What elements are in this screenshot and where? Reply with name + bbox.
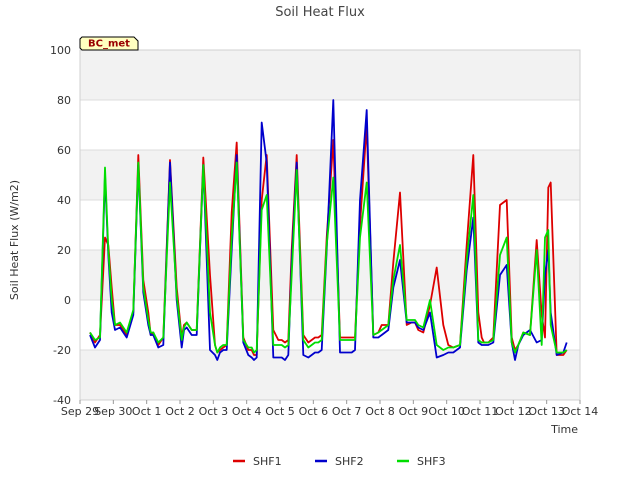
x-tick-label: Oct 1 — [132, 405, 162, 418]
x-tick-label: Oct 11 — [462, 405, 499, 418]
legend-label: SHF2 — [335, 455, 364, 468]
plot-background — [80, 50, 580, 400]
y-axis-label: Soil Heat Flux (W/m2) — [8, 180, 21, 300]
x-tick-label: Oct 10 — [428, 405, 465, 418]
legend-label: SHF3 — [417, 455, 446, 468]
x-tick-label: Oct 8 — [365, 405, 395, 418]
x-tick-label: Oct 13 — [528, 405, 565, 418]
band — [80, 50, 580, 100]
y-tick-label: 0 — [64, 294, 71, 307]
x-tick-label: Oct 2 — [165, 405, 195, 418]
x-tick-label: Oct 9 — [399, 405, 429, 418]
x-tick-label: Oct 5 — [265, 405, 295, 418]
x-axis-label: Time — [550, 423, 578, 436]
legend-item-shf1: SHF1 — [233, 455, 282, 468]
y-tick-label: -20 — [53, 344, 71, 357]
y-tick-label: 40 — [57, 194, 71, 207]
x-tick-labels: Sep 29Sep 30 Oct 1 Oct 2 Oct 3 Oct 4 Oct 5 Oct… — [61, 400, 598, 418]
x-tick-label: Oct 6 — [299, 405, 329, 418]
x-tick-label: Sep 30 — [94, 405, 132, 418]
soil-heat-flux-chart: -40-20020406080100 Sep 29Sep 30 Oct 1 Oct … — [8, 5, 598, 468]
band — [80, 350, 580, 400]
x-tick-label: Oct 4 — [232, 405, 262, 418]
chart-title: Soil Heat Flux — [275, 5, 365, 20]
y-tick-label: 100 — [50, 44, 71, 57]
x-tick-label: Oct 3 — [199, 405, 229, 418]
x-tick-label: Oct 7 — [332, 405, 362, 418]
x-tick-label: Oct 12 — [495, 405, 532, 418]
legend: SHF1 SHF2 SHF3 — [233, 455, 446, 468]
legend-item-shf2: SHF2 — [315, 455, 364, 468]
y-tick-label: 60 — [57, 144, 71, 157]
site-badge-label: BC_met — [88, 39, 130, 50]
chart-root: -40 -20 0 20 40 60 80 100 Sep 29 Sep 30 Oct 1 Oct … — [0, 0, 640, 480]
legend-item-shf3: SHF3 — [397, 455, 446, 468]
y-tick-label: 20 — [57, 244, 71, 257]
site-badge: BC_met — [79, 36, 139, 51]
y-tick-label: 80 — [57, 94, 71, 107]
legend-label: SHF1 — [253, 455, 282, 468]
y-tick-labels: -40-20020406080100 — [50, 44, 71, 407]
band — [80, 250, 580, 300]
x-tick-label: Oct 14 — [562, 405, 599, 418]
